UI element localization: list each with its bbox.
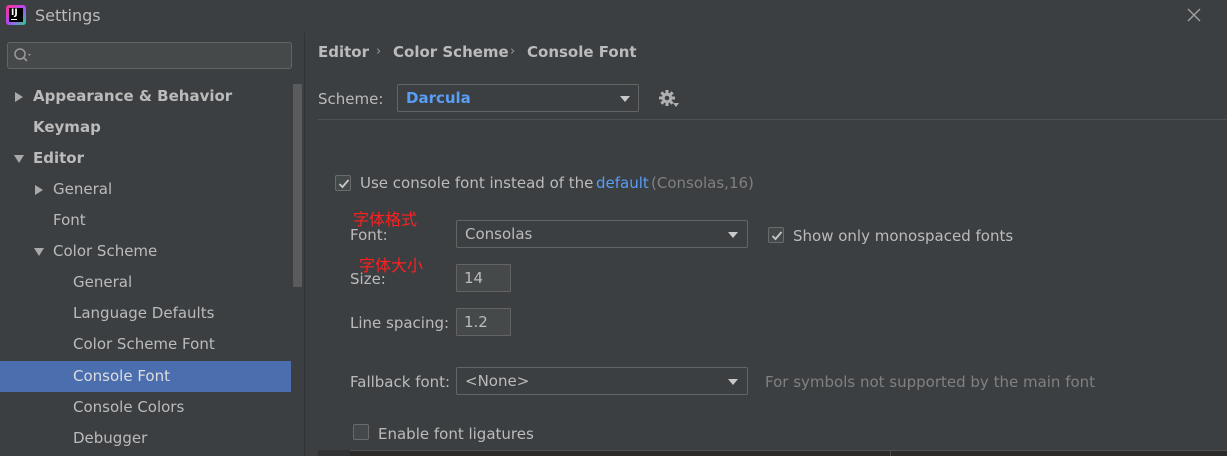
tree-item-label: Console Font <box>73 367 170 385</box>
font-label: Font: <box>350 226 388 244</box>
line-spacing-value: 1.2 <box>464 313 488 331</box>
tree-item-color-scheme-font[interactable]: Color Scheme Font <box>0 329 304 360</box>
font-value: Consolas <box>465 225 533 243</box>
tree-item-color-scheme[interactable]: Color Scheme <box>0 236 304 267</box>
size-input[interactable]: 14 <box>456 264 511 292</box>
line-spacing-input[interactable]: 1.2 <box>456 308 511 336</box>
settings-sidebar: Appearance & Behavior Keymap Editor Gene… <box>0 33 304 456</box>
checkmark-icon <box>338 179 350 189</box>
use-console-font-label: Use console font instead of the <box>360 174 594 192</box>
breadcrumb-item-editor[interactable]: Editor <box>318 43 369 61</box>
size-value: 14 <box>464 269 484 287</box>
size-label: Size: <box>350 270 386 288</box>
tree-item-editor-general[interactable]: General <box>0 174 304 205</box>
tree-item-font[interactable]: Font <box>0 205 304 236</box>
search-box[interactable] <box>7 42 292 69</box>
search-input[interactable] <box>38 45 292 68</box>
breadcrumb-item-color-scheme[interactable]: Color Scheme <box>393 43 509 61</box>
scheme-value: Darcula <box>406 89 471 107</box>
expand-arrow-icon[interactable] <box>33 184 45 196</box>
tree-item-label: Console Colors <box>73 398 185 416</box>
intellij-logo-icon: IJ <box>6 5 26 25</box>
tree-item-label: Language Defaults <box>73 304 215 322</box>
font-dropdown[interactable]: Consolas <box>456 220 748 248</box>
collapse-arrow-icon[interactable] <box>13 153 25 165</box>
breadcrumb-item-console-font: Console Font <box>527 43 637 61</box>
tree-item-label: Keymap <box>33 118 101 136</box>
search-icon[interactable] <box>13 47 35 65</box>
tree-item-label: General <box>53 180 113 198</box>
settings-window: IJ Settings Appearance & Behavior Keymap <box>0 0 1227 456</box>
default-font-link[interactable]: default <box>596 174 649 192</box>
tree-item-label: Color Scheme <box>53 242 158 260</box>
tree-item-label: Appearance & Behavior <box>33 87 233 105</box>
chevron-down-icon <box>620 96 630 102</box>
tree-item-label: Debugger <box>73 429 148 447</box>
preview-area <box>318 450 1227 456</box>
scheme-label: Scheme: <box>318 90 384 108</box>
tree-item-keymap[interactable]: Keymap <box>0 112 304 143</box>
tree-item-console-font[interactable]: Console Font <box>0 361 304 392</box>
header-separator <box>318 119 1227 120</box>
tree-item-label: Color Scheme Font <box>73 335 215 353</box>
collapse-arrow-icon[interactable] <box>33 246 45 258</box>
fallback-font-label: Fallback font: <box>350 373 451 391</box>
expand-arrow-icon[interactable] <box>13 91 25 103</box>
font-ligatures-checkbox[interactable] <box>353 424 369 440</box>
settings-main-panel: Editor › Color Scheme › Console Font Sch… <box>305 33 1227 456</box>
default-font-detail: (Consolas,16) <box>651 174 754 192</box>
sidebar-scrollbar-thumb[interactable] <box>293 84 302 287</box>
show-monospaced-checkbox[interactable] <box>768 227 784 243</box>
chevron-down-icon <box>728 379 738 385</box>
tree-item-appearance-behavior[interactable]: Appearance & Behavior <box>0 81 304 112</box>
fallback-font-hint: For symbols not supported by the main fo… <box>765 373 1096 391</box>
console-font-settings: Use console font instead of the default … <box>318 122 1227 456</box>
preview-right-margin <box>890 450 891 456</box>
fallback-font-dropdown[interactable]: <None> <box>456 367 748 395</box>
gear-icon[interactable] <box>658 89 680 109</box>
tree-item-debugger[interactable]: Debugger <box>0 423 304 454</box>
title-bar: IJ Settings <box>0 0 1227 33</box>
breadcrumb-separator: › <box>510 44 516 59</box>
breadcrumb-separator: › <box>376 44 382 59</box>
window-title: Settings <box>35 6 101 25</box>
preview-gutter <box>318 450 350 456</box>
tree-item-label: Font <box>53 211 86 229</box>
scheme-dropdown[interactable]: Darcula <box>397 84 639 112</box>
tree-item-language-defaults[interactable]: Language Defaults <box>0 298 304 329</box>
tree-item-editor[interactable]: Editor <box>0 143 304 174</box>
tree-item-label: Editor <box>33 149 84 167</box>
fallback-font-value: <None> <box>465 372 530 390</box>
line-spacing-label: Line spacing: <box>350 314 450 332</box>
logo-text: IJ <box>11 8 18 18</box>
close-icon[interactable] <box>1183 4 1205 26</box>
show-monospaced-label: Show only monospaced fonts <box>793 227 1014 245</box>
checkmark-icon <box>771 231 783 241</box>
chevron-down-icon <box>728 232 738 238</box>
use-console-font-checkbox[interactable] <box>335 175 351 191</box>
tree-item-color-scheme-general[interactable]: General <box>0 267 304 298</box>
tree-item-console-colors[interactable]: Console Colors <box>0 392 304 423</box>
font-ligatures-label: Enable font ligatures <box>378 425 534 443</box>
tree-item-label: General <box>73 273 133 291</box>
